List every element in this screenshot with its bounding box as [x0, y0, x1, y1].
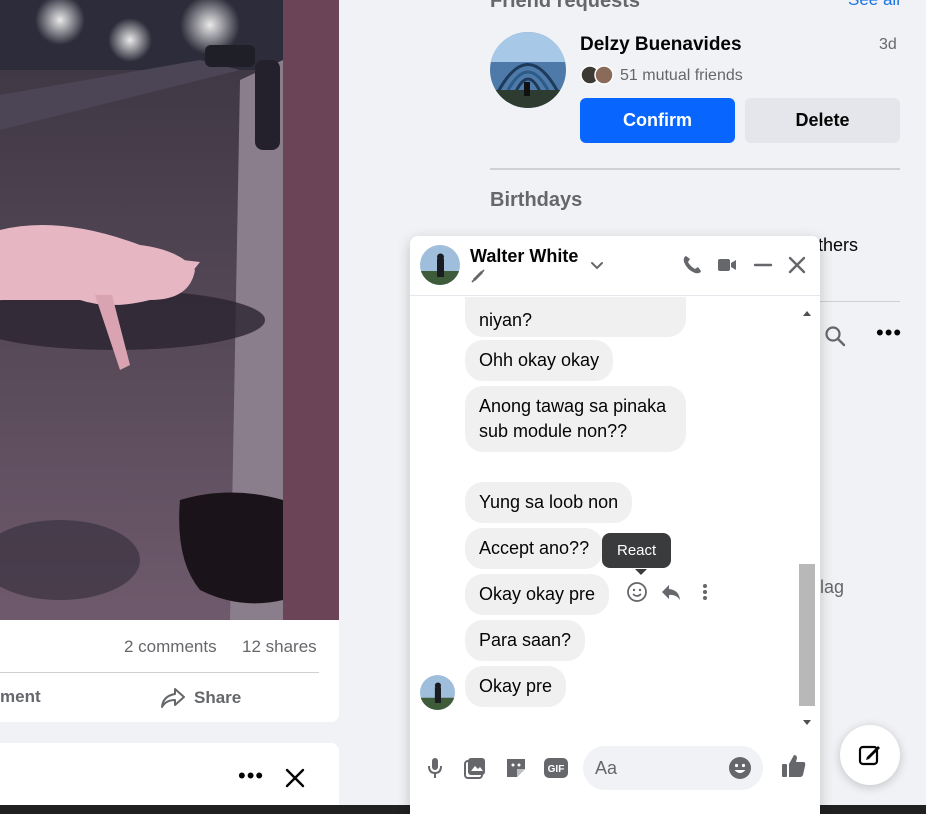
avatar[interactable] [420, 245, 460, 285]
more-options-icon[interactable]: ••• [238, 763, 264, 789]
emoji-icon[interactable] [728, 756, 752, 785]
share-button[interactable]: Share [160, 683, 241, 713]
message-text: Anong tawag sa pinaka sub module non?? [479, 396, 667, 441]
react-tooltip: React [602, 533, 672, 568]
message-bubble[interactable]: Para saan? [465, 620, 586, 661]
friend-requests-title: Friend requests [490, 0, 641, 12]
shares-count[interactable]: 12 shares [242, 637, 317, 657]
divider [818, 301, 900, 302]
more-options-icon[interactable]: ••• [876, 320, 902, 346]
message-bubble[interactable]: Okay okay pre [465, 574, 610, 615]
message-actions [626, 581, 716, 608]
birthdays-title: Birthdays [490, 189, 583, 211]
message-text: Okay pre [479, 676, 553, 696]
tooltip-arrow [635, 569, 647, 575]
close-icon[interactable] [284, 767, 306, 794]
thumbs-up-icon[interactable] [780, 752, 808, 785]
friend-request-name[interactable]: Delzy Buenavides [580, 34, 742, 56]
more-vertical-icon[interactable] [694, 581, 716, 608]
chat-window: Walter White niyan? Ohh okay okay Anong … [410, 236, 820, 814]
share-label: Share [194, 688, 242, 707]
video-call-icon[interactable] [716, 254, 738, 281]
message-bubble[interactable]: Okay pre [465, 666, 567, 707]
muted-icon [470, 269, 486, 288]
message-text: Yung sa loob non [479, 492, 619, 512]
minimize-icon[interactable] [752, 254, 774, 281]
message-bubble[interactable]: Accept ano?? [465, 528, 604, 569]
feed-post-2: ••• [0, 743, 339, 814]
chat-header: Walter White [410, 236, 820, 296]
photo-icon[interactable] [463, 756, 487, 785]
message-input-placeholder: Aa [595, 758, 618, 778]
birthday-others-text[interactable]: thers [818, 235, 858, 256]
avatar[interactable] [420, 675, 455, 710]
scroll-down-arrow-icon[interactable] [802, 714, 812, 732]
new-message-button[interactable] [840, 725, 900, 785]
message-list[interactable]: niyan? Ohh okay okay Anong tawag sa pina… [410, 297, 820, 729]
scroll-up-arrow-icon[interactable] [802, 304, 812, 322]
phone-icon[interactable] [681, 254, 703, 281]
message-text: Okay okay pre [479, 584, 596, 604]
message-bubble[interactable]: Anong tawag sa pinaka sub module non?? [465, 386, 686, 452]
message-text: Para saan? [479, 630, 572, 650]
message-composer: GIF Aa [410, 736, 820, 814]
chevron-down-icon[interactable] [590, 258, 604, 276]
confirm-button[interactable]: Confirm [580, 98, 735, 143]
gif-icon[interactable]: GIF [543, 756, 569, 785]
message-text: Ohh okay okay [479, 350, 600, 370]
close-icon[interactable] [786, 254, 808, 281]
reply-icon[interactable] [660, 581, 682, 608]
share-icon [161, 688, 185, 708]
feed-post: 2 comments 12 shares ment Share [0, 0, 339, 722]
friend-request-time: 3d [879, 36, 897, 53]
pig-on-road-photo [0, 0, 339, 620]
search-icon[interactable] [824, 325, 846, 352]
post-photo[interactable] [0, 0, 339, 620]
mutual-friends-count[interactable]: 51 mutual friends [620, 67, 743, 85]
sidebar-partial-text: lag [820, 577, 845, 597]
message-bubble[interactable]: Yung sa loob non [465, 482, 633, 523]
post-stats: 2 comments 12 shares [0, 620, 339, 672]
message-bubble[interactable]: Ohh okay okay [465, 340, 614, 381]
scrollbar-thumb[interactable] [799, 564, 815, 706]
divider [490, 168, 900, 170]
delete-button[interactable]: Delete [745, 98, 900, 143]
post-actions: ment Share [0, 673, 339, 722]
sticker-icon[interactable] [504, 756, 528, 785]
see-all-link[interactable]: See all [848, 0, 900, 10]
compose-icon [858, 745, 880, 766]
friend-request-avatar[interactable] [490, 32, 566, 108]
message-bubble[interactable]: niyan? [465, 297, 686, 337]
comment-button[interactable]: ment [0, 687, 41, 707]
microphone-icon[interactable] [424, 756, 446, 785]
react-emoji-icon[interactable] [626, 581, 648, 608]
chat-contact-name[interactable]: Walter White [470, 246, 578, 267]
message-text: niyan? [479, 310, 533, 330]
svg-text:GIF: GIF [548, 764, 565, 775]
mutual-friends-avatars [580, 65, 616, 85]
comments-count[interactable]: 2 comments [124, 637, 217, 657]
message-text: Accept ano?? [479, 538, 590, 558]
